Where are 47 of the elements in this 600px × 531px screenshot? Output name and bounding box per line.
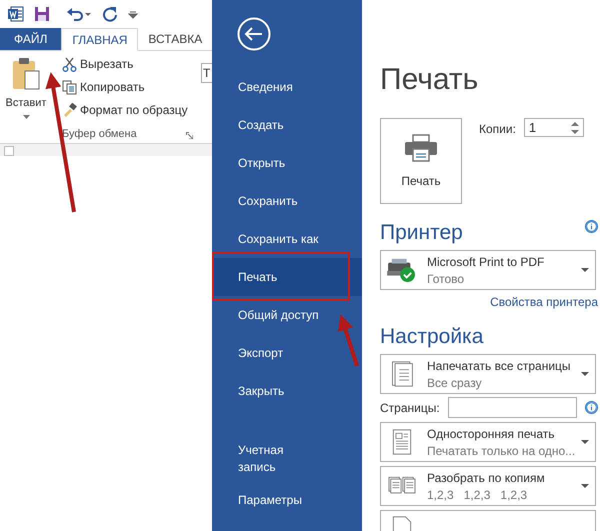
backstage-menu-item[interactable]: Сохранить	[212, 182, 362, 220]
info-icon[interactable]	[585, 401, 598, 414]
annotation-arrow	[338, 314, 359, 367]
pages-field[interactable]	[448, 397, 578, 418]
backstage-menu-item[interactable]: Создать	[212, 106, 362, 144]
backstage-menu-item[interactable]: Параметры	[212, 490, 308, 511]
caret-icon[interactable]	[22, 115, 30, 119]
backstage-menu-item[interactable]: Открыть	[212, 144, 362, 182]
paste-label[interactable]: Вставит	[6, 97, 46, 109]
printer-icon	[404, 134, 438, 162]
printer-properties-link[interactable]: Свойства принтера	[490, 295, 598, 309]
copies-spinner[interactable]: 1	[524, 118, 584, 137]
save-icon[interactable]	[34, 6, 50, 22]
dialog-launcher-icon[interactable]	[186, 132, 193, 139]
backstage-menu-item[interactable]: Общий доступ	[212, 296, 362, 334]
printer-dropdown[interactable]: Microsoft Print to PDF Готово	[380, 250, 596, 290]
backstage-menu-item[interactable]: Закрыть	[212, 372, 362, 410]
clipboard-command[interactable]: Копировать	[80, 80, 145, 94]
scissors-icon[interactable]	[62, 56, 77, 72]
backstage-menu-item[interactable]: Учетная запись	[212, 440, 308, 478]
settings-dropdown[interactable]: Разобрать по копиям 1,2,3 1,2,3 1,2,3	[380, 466, 596, 506]
redo-icon[interactable]	[102, 6, 118, 22]
undo-icon[interactable]	[66, 6, 92, 22]
settings-dropdown[interactable]: Напечатать все страницы Все сразу	[380, 354, 596, 394]
pages-label: Страницы:	[380, 400, 440, 414]
backstage-menu-item[interactable]: Печать	[212, 258, 362, 296]
section-heading: Принтер	[380, 220, 463, 246]
ribbon-tab[interactable]: ВСТАВКА	[138, 28, 212, 50]
info-icon[interactable]	[585, 220, 598, 233]
ribbon-tab[interactable]: ФАЙЛ	[0, 28, 62, 50]
clipboard-command[interactable]: Формат по образцу	[80, 103, 188, 117]
settings-dropdown[interactable]: Односторонняя печать Печатать только на одно...	[380, 422, 596, 462]
back-icon[interactable]	[237, 17, 271, 51]
backstage-menu-item[interactable]: Сведения	[212, 68, 362, 106]
copy-icon[interactable]	[62, 80, 77, 94]
page-title: Печать	[380, 62, 480, 98]
paintbrush-icon[interactable]	[62, 102, 77, 118]
backstage-menu-item[interactable]: Сохранить как	[212, 220, 362, 258]
clipboard-command[interactable]: Вырезать	[80, 57, 134, 71]
copies-label: Копии:	[479, 122, 516, 136]
backstage-menu-item[interactable]: Экспорт	[212, 334, 362, 372]
paste-icon[interactable]	[11, 57, 41, 91]
print-button[interactable]: Печать	[380, 118, 462, 204]
word-logo-icon[interactable]	[8, 6, 24, 22]
ribbon-tab[interactable]: ГЛАВНАЯ	[61, 28, 138, 51]
section-heading: Настройка	[380, 324, 484, 350]
customize-icon[interactable]	[128, 9, 138, 19]
